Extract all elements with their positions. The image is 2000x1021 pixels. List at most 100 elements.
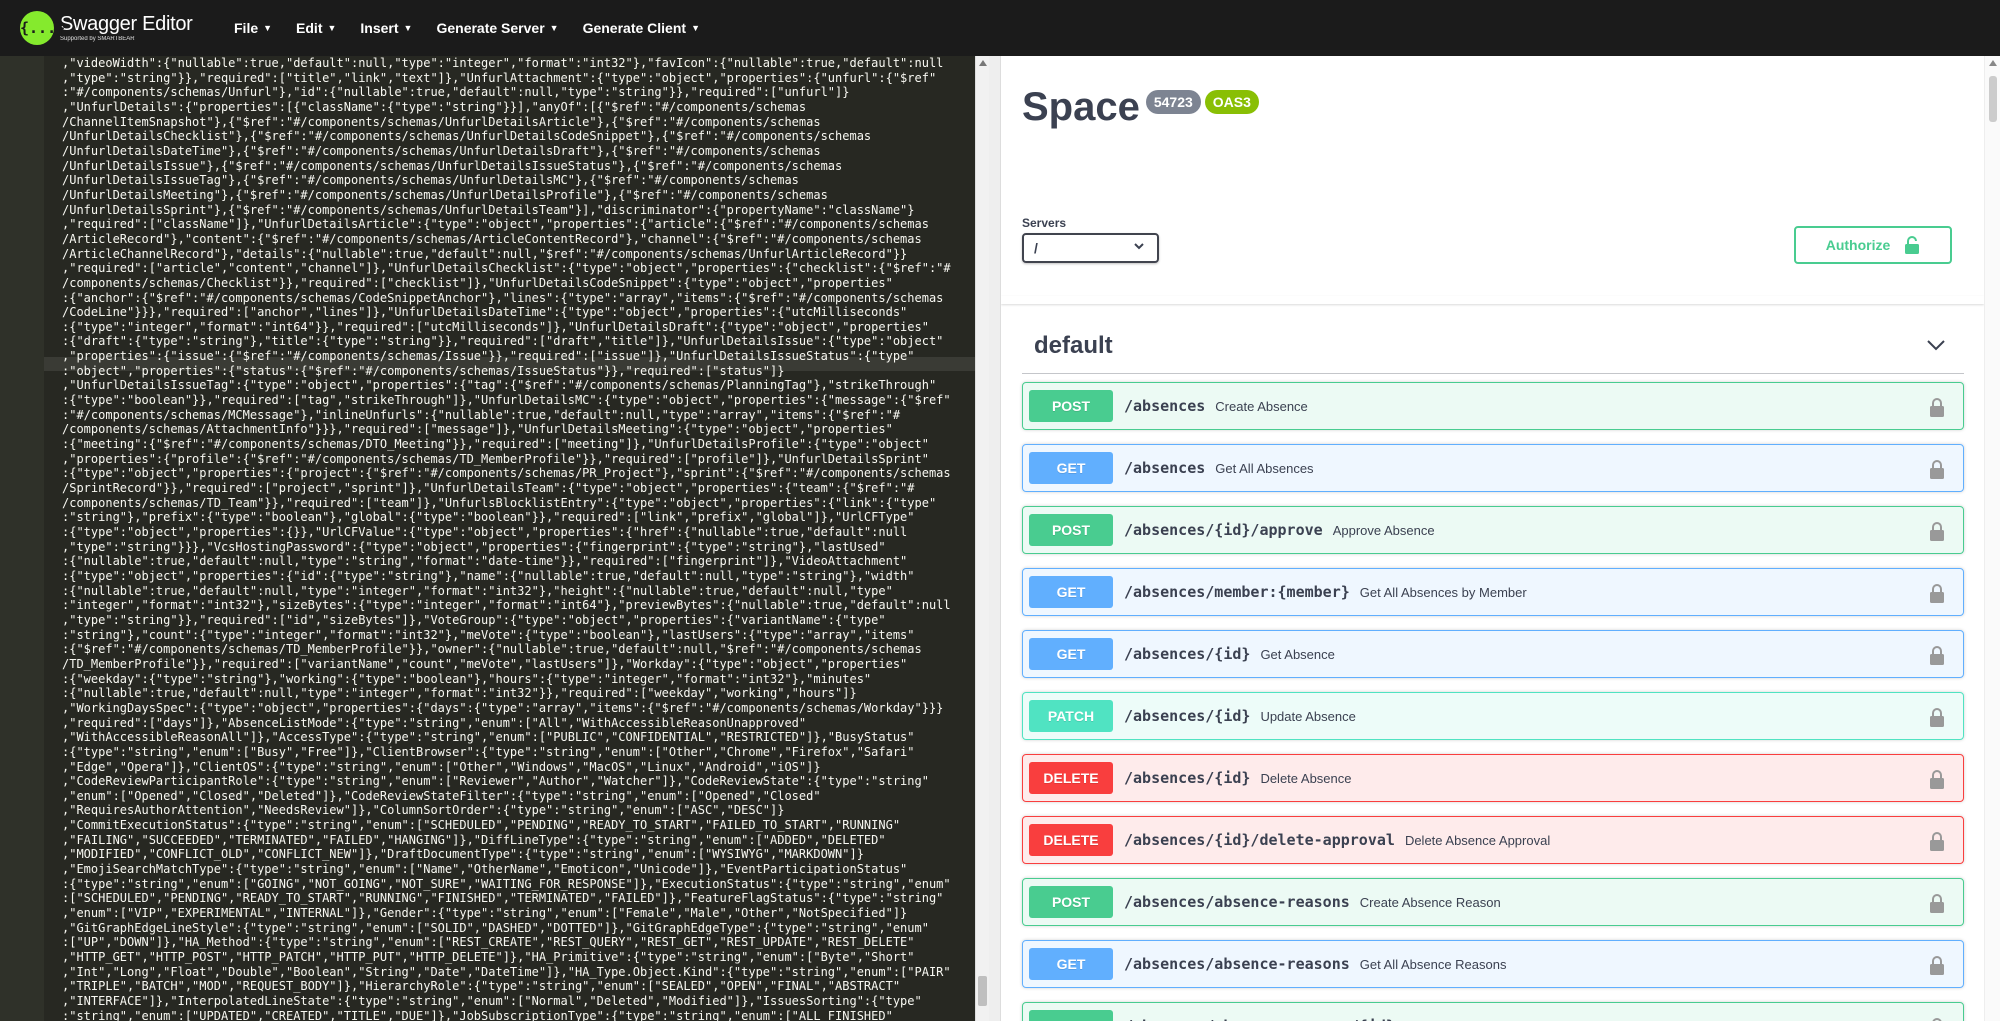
lock-icon[interactable] <box>1929 955 1945 975</box>
preview-scrollbar[interactable] <box>1984 56 2000 1021</box>
tag-title: default <box>1034 331 1113 359</box>
editor-code-text[interactable]: ,"videoWidth":{"nullable":true,"default"… <box>62 56 968 1021</box>
code-line: :{"draft":{"type":"string"},"title":{"ty… <box>62 334 944 349</box>
operation-path: /absences/absence-reasons <box>1124 955 1350 973</box>
code-editor[interactable]: ,"videoWidth":{"nullable":true,"default"… <box>0 56 975 1021</box>
operation-path: /absences/absence-reasons <box>1124 893 1350 911</box>
operation-path: /absences/absence-reasons/{id} <box>1124 1017 1395 1021</box>
http-method-badge: GET <box>1029 948 1113 980</box>
lock-icon[interactable] <box>1929 583 1945 603</box>
code-line: ,"required":["className"]},"UnfurlDetail… <box>62 217 929 232</box>
code-line: :{"type":"boolean"}},"required":["tag","… <box>62 393 951 408</box>
operation-path: /absences <box>1124 397 1206 415</box>
code-line: ,"RequiresAuthorAttention","NeedsReview"… <box>62 803 785 818</box>
menu-insert-label: Insert <box>360 20 399 36</box>
top-bar: {...} Swagger Editor Supported by SMARTB… <box>0 0 2000 56</box>
lock-icon[interactable] <box>1929 1017 1945 1021</box>
operation-row[interactable]: DELETE/absences/{id}/delete-approval Dele… <box>1022 816 1964 864</box>
operation-row[interactable]: GET/absences Get All Absences <box>1022 444 1964 492</box>
http-method-badge: GET <box>1029 452 1113 484</box>
pane-splitter[interactable] <box>989 56 1001 1021</box>
menu-generate-server-label: Generate Server <box>436 20 545 36</box>
http-method-badge: DELETE <box>1029 824 1113 856</box>
code-line: ,"UnfurlDetailsIssueTag":{"type":"object… <box>62 378 937 393</box>
menu-file[interactable]: File ▼ <box>234 20 272 36</box>
code-line: /UnfurlDetailsChecklist"},{"$ref":"#/com… <box>62 129 872 144</box>
code-line: :"#/components/schemas/Unfurl"},"id":{"n… <box>62 85 850 100</box>
lock-icon[interactable] <box>1929 893 1945 913</box>
lock-icon[interactable] <box>1929 397 1945 417</box>
menu-generate-server[interactable]: Generate Server ▼ <box>436 20 558 36</box>
editor-scrollbar[interactable] <box>975 56 989 1021</box>
api-title: Space <box>1022 85 1140 129</box>
code-line: /ArticleRecord"},"content":{"$ref":"#/co… <box>62 231 922 246</box>
lock-icon[interactable] <box>1929 769 1945 789</box>
code-line: ,"MODIFIED","CONFLICT_OLD","CONFLICT_NEW… <box>62 847 864 862</box>
operation-path: /absences <box>1124 459 1206 477</box>
code-line: :{"type":"object","properties":{"id":{"t… <box>62 568 915 583</box>
lock-icon[interactable] <box>1929 831 1945 851</box>
operation-path: /absences/{id} <box>1124 707 1251 725</box>
operation-row[interactable]: GET/absences/{id} Get Absence <box>1022 630 1964 678</box>
operation-summary: Get All Absences by Member <box>1359 584 1527 600</box>
operation-row[interactable]: POST/absences/absence-reasons Create Abse… <box>1022 878 1964 926</box>
collapse-arrow-icon[interactable] <box>1926 338 1946 357</box>
scheme-container-divider <box>1001 296 1984 304</box>
operation-summary: Get All Absence Reasons <box>1359 956 1507 972</box>
http-method-badge: PATCH <box>1029 700 1113 732</box>
operation-summary: Delete Absence Approval <box>1404 832 1551 848</box>
operation-summary: Get Absence <box>1260 646 1335 662</box>
brand-name: Swagger Editor <box>60 13 193 35</box>
version-badge: 54723 <box>1145 90 1201 114</box>
chevron-down-icon: ▼ <box>691 23 700 33</box>
menu-edit[interactable]: Edit ▼ <box>296 20 336 36</box>
lock-icon[interactable] <box>1929 459 1945 479</box>
code-line: :"integer","format":"int32"},"sizeBytes"… <box>62 598 951 613</box>
scroll-up-arrow-icon[interactable] <box>1989 60 1997 66</box>
operation-row[interactable]: POST/absences/{id}/approve Approve Absenc… <box>1022 506 1964 554</box>
lock-icon[interactable] <box>1929 707 1945 727</box>
code-line: /SprintRecord"}},"required":["project","… <box>62 481 915 496</box>
tag-section-default[interactable]: default <box>1022 318 1964 374</box>
operation-row[interactable]: GET/absences/absence-reasons Get All Abse… <box>1022 940 1964 988</box>
http-method-badge: POST <box>1029 390 1113 422</box>
chevron-down-icon: ▼ <box>403 23 413 33</box>
code-line: ,"WithAccessibleReasonAll"]},"AccessType… <box>62 730 915 745</box>
operation-summary: Create Absence Reason <box>1359 894 1501 910</box>
operation-summary: Create Absence <box>1215 398 1308 414</box>
menu-generate-client-label: Generate Client <box>582 20 687 36</box>
http-method-badge: GET <box>1029 576 1113 608</box>
operation-row[interactable]: DELETE/absences/{id} Delete Absence <box>1022 754 1964 802</box>
operation-row[interactable]: PATCH/absences/{id} Update Absence <box>1022 692 1964 740</box>
code-line: ,"EmojiSearchMatchType":{"type":"string"… <box>62 862 908 877</box>
brand[interactable]: {...} Swagger Editor Supported by SMARTB… <box>20 6 198 50</box>
code-line: :["SCHEDULED","PENDING","READY_TO_START"… <box>62 891 944 906</box>
lock-icon[interactable] <box>1929 645 1945 665</box>
code-line: ,"properties":{"issue":{"$ref":"#/compon… <box>62 349 915 364</box>
editor-scrollbar-thumb[interactable] <box>978 976 987 1006</box>
swagger-logo-glyph: {...} <box>20 19 66 37</box>
code-line: ,"GitGraphEdgeLineStyle":{"type":"string… <box>62 920 929 935</box>
code-line: :{"type":"string","enum":["Busy","Free"]… <box>62 744 915 759</box>
menu-edit-label: Edit <box>296 20 323 36</box>
code-line: ,"type":"string"}},"required":["id","siz… <box>62 612 886 627</box>
operation-row[interactable]: POST/absences/absence-reasons/{id}Create… <box>1022 1002 1964 1021</box>
http-method-badge: POST <box>1029 514 1113 546</box>
code-line: ,"CodeReviewParticipantRole":{"type":"st… <box>62 774 929 789</box>
code-line: ,"required":["article","content","channe… <box>62 261 951 276</box>
authorize-button[interactable]: Authorize <box>1794 226 1952 264</box>
operations-list: POST/absences Create Absence GET/absences G… <box>1022 382 1964 1021</box>
operation-summary: Get All Absences <box>1215 460 1314 476</box>
preview-scrollbar-thumb[interactable] <box>1989 76 1997 122</box>
operation-row[interactable]: POST/absences Create Absence <box>1022 382 1964 430</box>
code-line: ,"type":"string"}}},"VcsHostingPassword"… <box>62 539 886 554</box>
lock-icon[interactable] <box>1929 521 1945 541</box>
menu-generate-client[interactable]: Generate Client ▼ <box>583 20 700 36</box>
code-line: /UnfurlDetailsIssue"},{"$ref":"#/compone… <box>62 158 843 173</box>
servers-label: Servers <box>1022 216 1067 230</box>
code-line: :{"type":"integer","format":"int64"}},"r… <box>62 319 929 334</box>
operation-row[interactable]: GET/absences/member:{member} Get All Abse… <box>1022 568 1964 616</box>
menu-insert[interactable]: Insert ▼ <box>360 20 412 36</box>
scroll-up-arrow-icon[interactable] <box>979 60 987 66</box>
servers-select[interactable]: / <box>1022 233 1159 263</box>
